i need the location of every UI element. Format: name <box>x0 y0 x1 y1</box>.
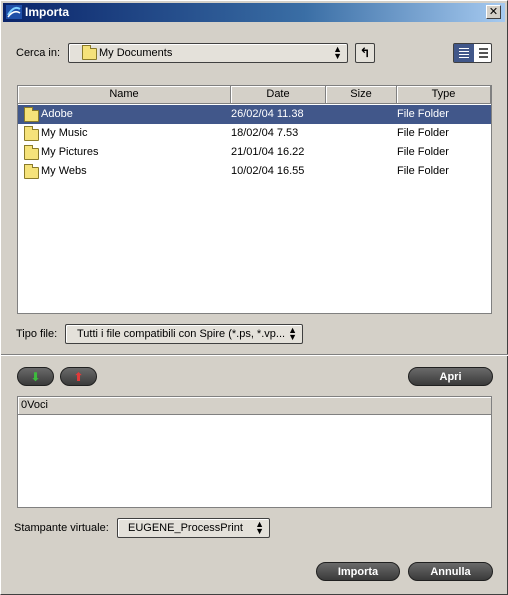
file-list[interactable]: Name Date Size Type Adobe 26/02/04 11.38… <box>17 85 492 314</box>
column-header-name[interactable]: Name <box>18 86 231 104</box>
folder-icon <box>24 126 39 141</box>
file-row-my-pictures[interactable]: My Pictures 21/01/04 16.22 File Folder <box>18 143 491 162</box>
filetype-value: Tutti i file compatibili con Spire (*.ps… <box>77 328 286 340</box>
printer-select[interactable]: EUGENE_ProcessPrint ▲ ▼ <box>117 518 270 538</box>
folder-icon <box>82 45 97 60</box>
title-bar[interactable]: Importa ✕ <box>3 3 505 22</box>
file-row-adobe[interactable]: Adobe 26/02/04 11.38 File Folder <box>18 105 491 124</box>
lookin-select[interactable]: My Documents ▲ ▼ <box>68 43 348 63</box>
folder-icon <box>24 164 39 179</box>
printer-label: Stampante virtuale: <box>14 522 109 534</box>
column-header-type[interactable]: Type <box>397 86 491 104</box>
file-type: File Folder <box>397 146 449 158</box>
cancel-button[interactable]: Annulla <box>408 562 493 581</box>
move-up-button[interactable]: ⬆ <box>60 367 97 386</box>
file-name: My Music <box>41 127 88 139</box>
folder-icon <box>24 107 39 122</box>
lookin-label: Cerca in: <box>16 47 61 59</box>
close-icon: ✕ <box>488 6 499 18</box>
file-date: 10/02/04 16.55 <box>231 165 305 177</box>
window-title: Importa <box>25 5 70 19</box>
queue-header: 0Voci <box>18 397 491 415</box>
up-folder-button[interactable]: ↰ <box>355 43 375 63</box>
move-down-button[interactable]: ⬇ <box>17 367 54 386</box>
view-toggle[interactable] <box>453 43 492 63</box>
details-view-icon[interactable] <box>479 48 488 58</box>
import-button[interactable]: Importa <box>316 562 400 581</box>
app-icon <box>6 5 22 19</box>
lookin-value: My Documents <box>99 47 173 59</box>
queue-list[interactable]: 0Voci <box>17 396 492 508</box>
file-row-my-webs[interactable]: My Webs 10/02/04 16.55 File Folder <box>18 162 491 181</box>
filetype-label: Tipo file: <box>16 328 58 340</box>
printer-value: EUGENE_ProcessPrint <box>128 522 243 534</box>
column-header-size[interactable]: Size <box>326 86 397 104</box>
file-row-my-music[interactable]: My Music 18/02/04 7.53 File Folder <box>18 124 491 143</box>
list-view-icon <box>459 48 469 58</box>
arrow-down-icon: ⬇ <box>30 370 41 384</box>
file-date: 21/01/04 16.22 <box>231 146 305 158</box>
column-header-date[interactable]: Date <box>231 86 326 104</box>
list-view-button[interactable] <box>454 44 474 62</box>
file-name: Adobe <box>41 108 73 120</box>
open-button[interactable]: Apri <box>408 367 493 386</box>
file-type: File Folder <box>397 165 449 177</box>
updown-arrows-icon: ▲ ▼ <box>255 519 264 536</box>
file-type: File Folder <box>397 127 449 139</box>
file-name: My Webs <box>41 165 87 177</box>
arrow-up-icon: ⬆ <box>73 370 84 384</box>
arrow-up-folder-icon: ↰ <box>359 45 371 60</box>
updown-arrows-icon: ▲ ▼ <box>333 44 342 61</box>
file-date: 18/02/04 7.53 <box>231 127 299 139</box>
filetype-select[interactable]: Tutti i file compatibili con Spire (*.ps… <box>65 324 303 344</box>
separator <box>1 354 508 356</box>
close-button[interactable]: ✕ <box>486 5 501 19</box>
folder-icon <box>24 145 39 160</box>
file-date: 26/02/04 11.38 <box>231 108 304 120</box>
file-type: File Folder <box>397 108 449 120</box>
file-name: My Pictures <box>41 146 99 158</box>
updown-arrows-icon: ▲ ▼ <box>288 325 297 342</box>
import-dialog: Importa ✕ Cerca in: My Documents ▲ ▼ ↰ Na… <box>0 0 508 595</box>
